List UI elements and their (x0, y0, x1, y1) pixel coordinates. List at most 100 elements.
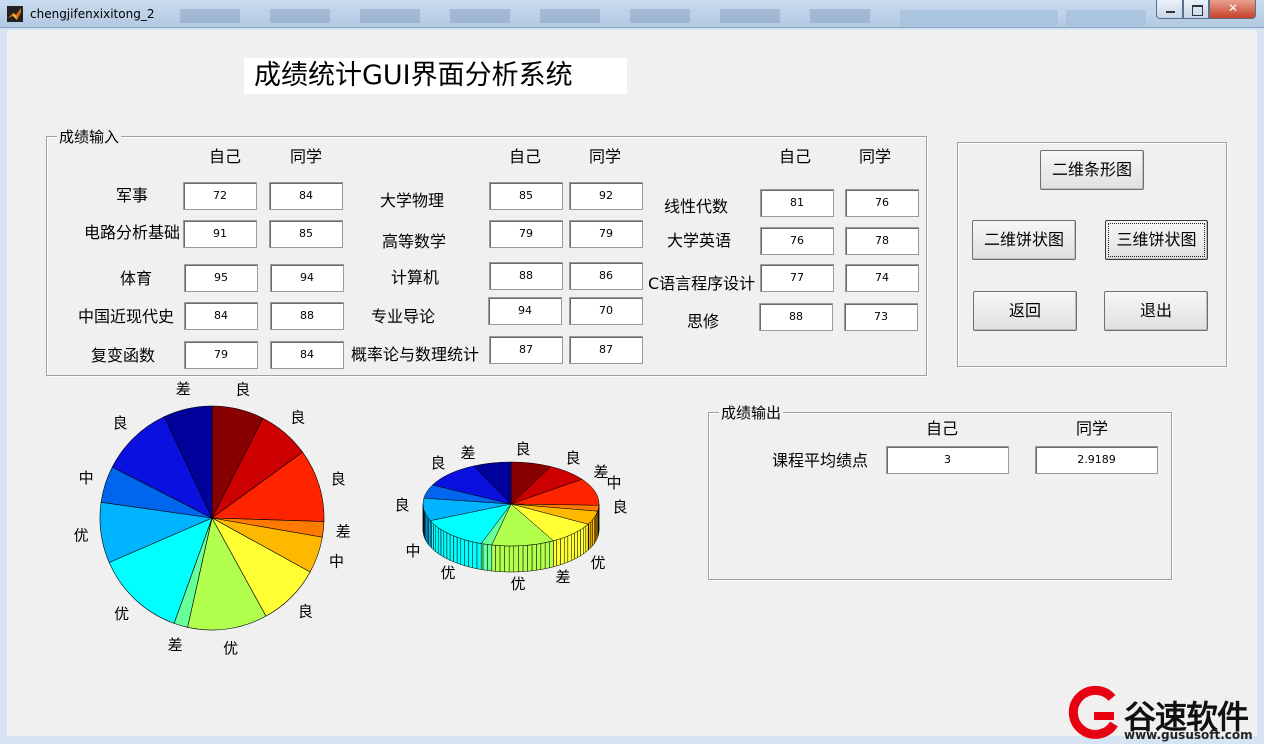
pie-chart-3d-button[interactable]: 三维饼状图 (1105, 220, 1208, 260)
score-classmate-input[interactable]: 86 (569, 262, 643, 290)
page-title: 成绩统计GUI界面分析系统 (244, 58, 627, 94)
pie-slice-label: 良 (235, 381, 250, 399)
gpa-self-output[interactable]: 3 (886, 446, 1009, 474)
maximize-button[interactable] (1183, 0, 1209, 19)
score-classmate-input[interactable]: 70 (569, 297, 643, 325)
pie-3d-wall (437, 527, 442, 556)
score-self-input[interactable]: 77 (760, 264, 834, 292)
pie-3d-wall (453, 535, 458, 564)
pie-3d-wall (518, 545, 524, 573)
back-button[interactable]: 返回 (973, 291, 1077, 331)
col-header-self: 自己 (926, 419, 959, 438)
score-self-input[interactable]: 85 (489, 182, 563, 210)
exit-button[interactable]: 退出 (1104, 291, 1208, 331)
pie-slice-label: 优 (223, 640, 238, 658)
pie-3d-wall (522, 544, 528, 572)
pie-3d-wall (577, 529, 581, 558)
score-self-input[interactable]: 81 (760, 189, 834, 217)
course-label: 体育 (120, 269, 153, 288)
score-classmate-input[interactable]: 94 (270, 264, 344, 292)
score-classmate-input[interactable]: 73 (844, 303, 918, 331)
score-self-input[interactable]: 87 (489, 336, 563, 364)
pie-3d-wall (508, 545, 515, 573)
score-self-input[interactable]: 88 (489, 262, 563, 290)
pie-3d-wall (499, 545, 505, 573)
watermark: 谷速软件 www.gususoft.com (1066, 684, 1264, 744)
minimize-button[interactable] (1156, 0, 1183, 19)
pie-3d-wall (443, 530, 448, 560)
pie-3d-wall (428, 517, 431, 548)
score-classmate-input[interactable]: 88 (270, 302, 344, 330)
pie-3d-wall (440, 528, 445, 558)
window-title: chengjifenxixitong_2 (30, 7, 155, 21)
score-classmate-input[interactable]: 87 (569, 336, 643, 364)
background-window-ghost (900, 10, 1058, 26)
gpa-classmate-output[interactable]: 2.9189 (1035, 446, 1158, 474)
score-classmate-input[interactable]: 78 (845, 227, 919, 255)
course-label: 电路分析基础 (84, 223, 181, 242)
close-window-button[interactable] (1209, 0, 1256, 19)
pie-3d-wall (472, 541, 478, 570)
pie-slice-label: 优 (74, 527, 89, 545)
pie-3d-wall (580, 527, 584, 557)
pie-3d-wall (468, 540, 473, 569)
pie-3d-wall (431, 521, 434, 551)
matlab-icon (7, 6, 23, 22)
pie-3d-slice-label: 良 (394, 496, 409, 514)
pie-2d-slices (99, 405, 325, 631)
background-window-ghost (180, 9, 880, 23)
score-self-input[interactable]: 72 (183, 182, 257, 210)
score-self-input[interactable]: 94 (488, 297, 562, 325)
score-self-input[interactable]: 91 (183, 220, 257, 248)
pie-3d-slice-label: 中 (405, 542, 420, 560)
pie-3d-wall (460, 538, 465, 567)
pie-3d-wall (536, 543, 542, 571)
score-self-input[interactable]: 76 (760, 227, 834, 255)
pie-3d-wall (590, 519, 593, 549)
score-classmate-input[interactable]: 84 (269, 182, 343, 210)
pie-3d-wall (435, 525, 439, 555)
pie-3d-slice-label: 优 (590, 554, 605, 572)
score-classmate-input[interactable]: 85 (269, 220, 343, 248)
pie-3d-wall (570, 532, 575, 562)
pie-slice-label: 差 (336, 522, 351, 540)
grade-output-panel-title: 成绩输出 (719, 402, 784, 423)
score-classmate-input[interactable]: 76 (845, 189, 919, 217)
col-header-self: 自己 (509, 147, 542, 166)
course-label: 军事 (116, 186, 149, 205)
col-header-classmate: 同学 (290, 147, 323, 166)
pie-3d-wall (527, 544, 533, 572)
grade-input-panel (46, 136, 927, 376)
bar-chart-2d-button[interactable]: 二维条形图 (1040, 150, 1144, 190)
score-classmate-input[interactable]: 92 (569, 182, 643, 210)
score-self-input[interactable]: 95 (184, 264, 258, 292)
pie-slice-label: 良 (113, 414, 128, 432)
score-classmate-input[interactable]: 74 (845, 264, 919, 292)
pie-3d-wall (464, 539, 469, 568)
watermark-url: www.gususoft.com (1124, 728, 1253, 742)
course-label: 线性代数 (664, 197, 729, 216)
pie-3d-slice-label: 优 (440, 564, 455, 582)
title-bar[interactable]: chengjifenxixitong_2 (0, 0, 1264, 28)
score-self-input[interactable]: 88 (759, 303, 833, 331)
score-classmate-input[interactable]: 84 (270, 341, 344, 369)
col-header-classmate: 同学 (1076, 419, 1109, 438)
pie-3d-slice-label: 差 (555, 568, 570, 586)
score-self-input[interactable]: 79 (184, 341, 258, 369)
pie-3d-top (422, 461, 600, 547)
pie-3d-wall (513, 545, 519, 573)
course-label: 概率论与数理统计 (351, 345, 480, 364)
pie-chart-3d: 良良差中良优差优优中良良差 (394, 440, 627, 593)
pie-3d-wall (574, 531, 578, 560)
score-self-input[interactable]: 79 (489, 220, 563, 248)
pie-3d-wall (553, 539, 557, 568)
pie-chart-2d-button[interactable]: 二维饼状图 (972, 220, 1076, 260)
pie-3d-wall (567, 534, 572, 563)
col-header-self: 自己 (779, 147, 812, 166)
pie-3d-slice-label: 良 (612, 498, 627, 516)
pie-3d-wall (491, 544, 496, 572)
score-classmate-input[interactable]: 79 (569, 220, 643, 248)
col-header-classmate: 同学 (859, 147, 892, 166)
score-self-input[interactable]: 84 (184, 302, 258, 330)
pie-slice-label: 中 (329, 553, 344, 571)
